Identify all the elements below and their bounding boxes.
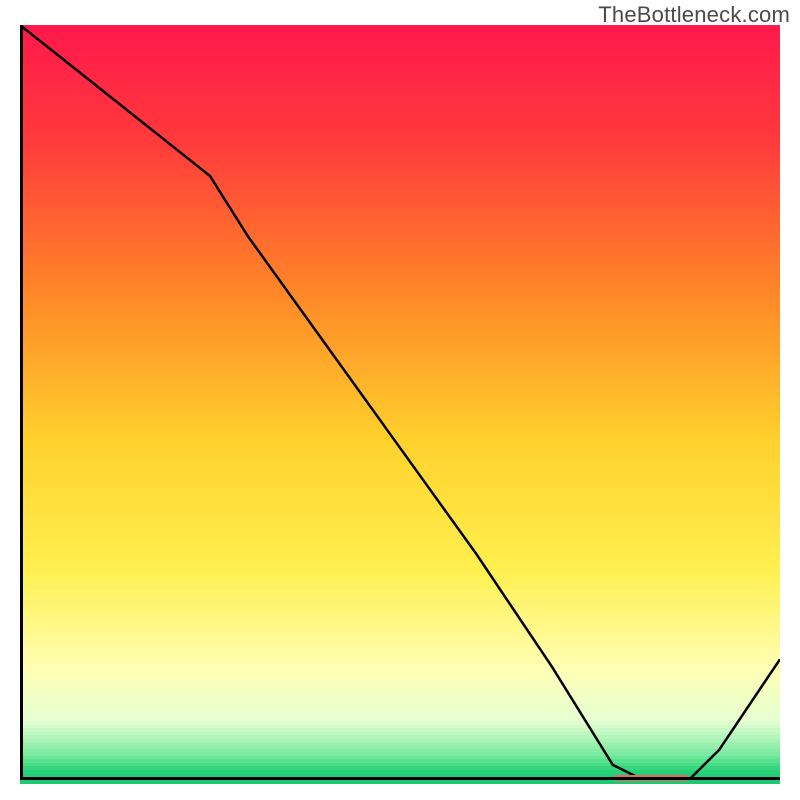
optimal-range-marker (613, 775, 689, 781)
chart-container: TheBottleneck.com (0, 0, 800, 800)
bottleneck-curve-line (20, 25, 780, 780)
